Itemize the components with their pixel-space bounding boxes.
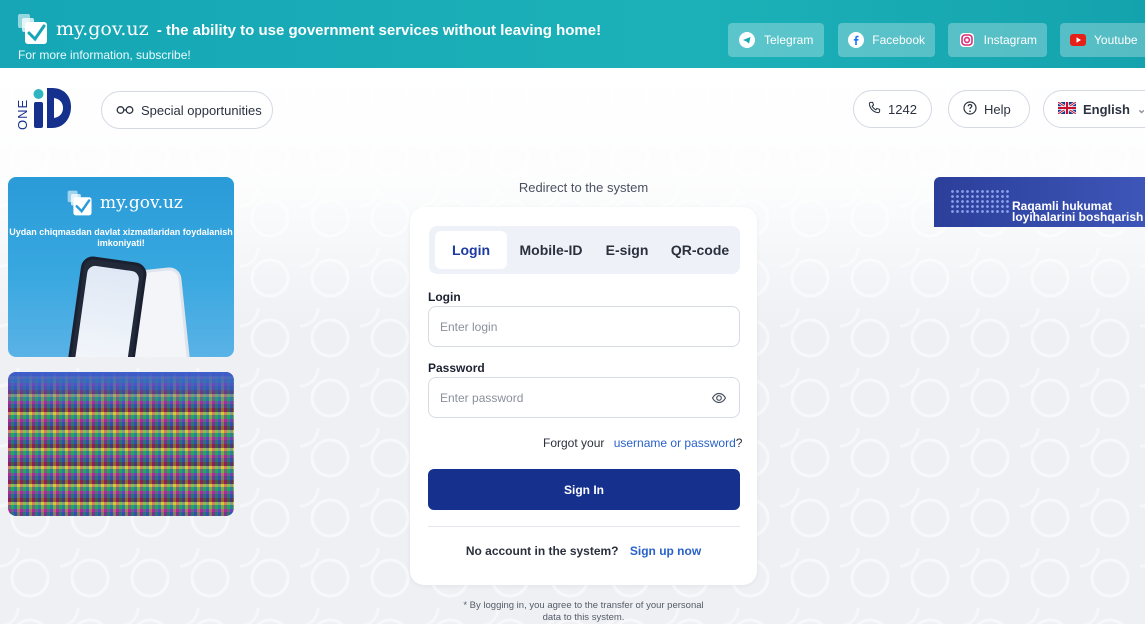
phone-mockup-front: [65, 254, 149, 357]
no-account-row: No account in the system? Sign up now: [410, 544, 757, 558]
no-account-text: No account in the system?: [465, 544, 619, 558]
password-label: Password: [428, 361, 485, 375]
youtube-label: Youtube: [1094, 33, 1138, 47]
instagram-icon: [958, 31, 976, 49]
consent-note: * By logging in, you agree to the transf…: [410, 600, 757, 624]
instagram-label: Instagram: [983, 33, 1037, 47]
sign-in-button[interactable]: Sign In: [428, 469, 740, 510]
forgot-suffix: ?: [735, 436, 743, 450]
help-icon: [963, 100, 977, 118]
phone-number: 1242: [888, 101, 917, 117]
mygov-logo-icon: [18, 14, 47, 44]
tab-mobile-id[interactable]: Mobile-ID: [510, 231, 592, 269]
ad-mygov-logo: my.gov.uz: [66, 189, 183, 217]
banner-subtitle: For more information, subscribe!: [18, 48, 191, 62]
mygov-logo-icon: [67, 190, 92, 216]
help-label: Help: [984, 101, 1011, 117]
consent-line-1: * By logging in, you agree to the transf…: [463, 600, 704, 611]
login-card: Login Mobile-ID E-sign QR-code Login Pas…: [410, 207, 757, 585]
help-button[interactable]: Help: [948, 90, 1030, 128]
login-input[interactable]: [428, 306, 740, 347]
ad-image-overlay: [8, 372, 234, 406]
dots-graphic-icon: [950, 189, 1010, 215]
instagram-button[interactable]: Instagram: [948, 23, 1047, 57]
redirect-title: Redirect to the system: [518, 180, 649, 195]
phone-icon: [868, 101, 881, 117]
divider: [428, 526, 740, 527]
ad-text: Uydan chiqmasdan davlat xizmatlaridan fo…: [9, 227, 233, 248]
forgot-credentials: Forgot your username or password?: [543, 436, 742, 450]
tab-login[interactable]: Login: [435, 231, 507, 269]
facebook-icon: [848, 31, 865, 49]
banner-title: my.gov.uz - the ability to use governmen…: [56, 18, 601, 40]
one-id-logo[interactable]: ONE: [14, 84, 74, 130]
telegram-button[interactable]: Telegram: [728, 23, 824, 57]
promo-banner[interactable]: my.gov.uz - the ability to use governmen…: [0, 0, 1145, 68]
language-selector[interactable]: English ⌄: [1043, 90, 1145, 128]
ad-line-2: loyihalarini boshqarish: [1012, 210, 1144, 224]
mygov-app-ad[interactable]: my.gov.uz Uydan chiqmasdan davlat xizmat…: [8, 177, 234, 357]
show-password-eye-icon[interactable]: [711, 390, 727, 406]
banner-tagline: - the ability to use government services…: [156, 22, 602, 39]
telegram-label: Telegram: [764, 33, 814, 47]
consent-line-2: data to this system.: [542, 612, 625, 623]
language-label: English: [1083, 101, 1130, 117]
promo-image-ad[interactable]: [8, 372, 234, 516]
special-opportunities-button[interactable]: Special opportunities: [101, 91, 273, 129]
banner-brand: my.gov.uz: [56, 18, 149, 40]
tab-e-sign[interactable]: E-sign: [594, 231, 660, 269]
forgot-credentials-link[interactable]: username or password: [614, 436, 736, 450]
uk-flag-icon: [1057, 100, 1077, 117]
chevron-down-icon: ⌄: [1136, 103, 1145, 116]
phone-button[interactable]: 1242: [853, 90, 932, 128]
password-input[interactable]: [428, 377, 740, 418]
glasses-icon: [116, 103, 134, 118]
login-label: Login: [428, 290, 461, 304]
youtube-icon: [1070, 31, 1086, 49]
telegram-icon: [738, 31, 756, 49]
digital-government-text: Raqamli hukumat loyihalarini boshqarish: [1012, 200, 1144, 224]
special-opportunities-label: Special opportunities: [141, 102, 262, 118]
digital-government-ad[interactable]: Raqamli hukumat loyihalarini boshqarish: [934, 177, 1145, 227]
tab-qr-code[interactable]: QR-code: [664, 231, 736, 269]
facebook-label: Facebook: [872, 33, 925, 47]
sign-up-link[interactable]: Sign up now: [630, 544, 701, 558]
youtube-button[interactable]: Youtube: [1060, 23, 1145, 57]
one-logo-text: ONE: [15, 99, 30, 130]
forgot-prefix: Forgot your: [543, 436, 605, 450]
facebook-button[interactable]: Facebook: [838, 23, 935, 57]
login-method-tabs: Login Mobile-ID E-sign QR-code: [429, 226, 740, 274]
ad-brand: my.gov.uz: [100, 193, 183, 213]
